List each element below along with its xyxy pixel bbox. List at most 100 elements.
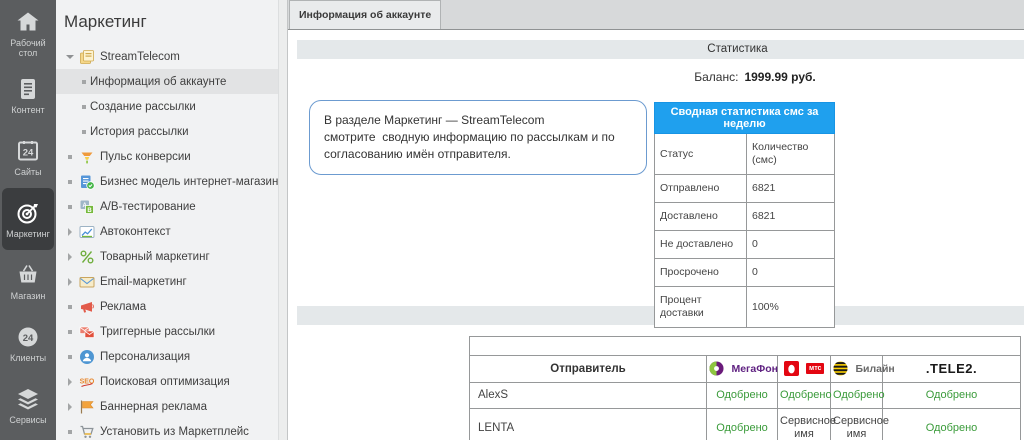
sidebar-item-mailing-history[interactable]: История рассылки bbox=[56, 119, 287, 144]
sidebar-item-account-info[interactable]: Информация об аккаунте bbox=[56, 69, 287, 94]
rail-item-clients[interactable]: 24 Клиенты bbox=[2, 312, 54, 374]
marketing-sidebar: Маркетинг StreamTelecom Информация об ак… bbox=[56, 0, 288, 440]
sidebar-item-seo[interactable]: SEO Поисковая оптимизация bbox=[56, 369, 287, 394]
sms-status-cell: Доставлено bbox=[655, 203, 747, 231]
sidebar-menu: StreamTelecom Информация об аккаунте Соз… bbox=[56, 44, 287, 440]
sidebar-item-install-marketplace[interactable]: Установить из Маркетплейс bbox=[56, 419, 287, 440]
balance-value: 1999.99 руб. bbox=[744, 70, 815, 84]
operator-status-row: AlexS ОдобреноОдобреноОдобреноОдобрено bbox=[470, 383, 1021, 409]
rail-item-services[interactable]: Сервисы bbox=[2, 374, 54, 436]
sidebar-item-ab-testing[interactable]: AB А/В-тестирование bbox=[56, 194, 287, 219]
statuses-section: Статусы по операторам Отправитель МегаФо… bbox=[288, 325, 1024, 440]
sidebar-item-email-marketing[interactable]: Email-маркетинг bbox=[56, 269, 287, 294]
sender-column-header: Отправитель bbox=[470, 356, 707, 383]
marketing-target-icon bbox=[15, 200, 41, 226]
sms-status-cell: Не доставлено bbox=[655, 231, 747, 259]
chevron-right-icon bbox=[64, 253, 76, 261]
section-header-statistics: Статистика bbox=[297, 40, 1024, 59]
sms-count-cell: 0 bbox=[747, 259, 835, 287]
sidebar-item-product-marketing[interactable]: Товарный маркетинг bbox=[56, 244, 287, 269]
operator-status-row: LENTA ОдобреноСервисное имяСервисное имя… bbox=[470, 409, 1021, 440]
balance-row: Баланс: 1999.99 руб. bbox=[648, 70, 862, 84]
status-cell: Одобрено bbox=[883, 409, 1021, 440]
sms-table-row: Доставлено 6821 bbox=[655, 203, 835, 231]
sms-table-row: Статус Количество (смс) bbox=[655, 134, 835, 175]
sender-cell: LENTA bbox=[470, 409, 707, 440]
sidebar-item-banner-ads[interactable]: Баннерная реклама bbox=[56, 394, 287, 419]
operator-name-mts: мтс bbox=[806, 363, 824, 374]
banner-flag-icon bbox=[79, 399, 95, 415]
sms-status-cell: Процент доставки bbox=[655, 287, 747, 328]
megaphone-icon bbox=[79, 299, 95, 315]
tab-account-info[interactable]: Информация об аккаунте bbox=[289, 0, 441, 29]
bullet-icon bbox=[78, 105, 90, 109]
mts-logo-icon bbox=[784, 361, 799, 376]
store-basket-icon bbox=[15, 262, 41, 288]
trigger-mail-icon bbox=[79, 324, 95, 340]
chevron-right-icon bbox=[64, 403, 76, 411]
sms-count-cell: 6821 bbox=[747, 175, 835, 203]
rail-item-desktop[interactable]: Рабочий стол bbox=[2, 2, 54, 64]
sidebar-item-autocontext[interactable]: Автоконтекст bbox=[56, 219, 287, 244]
operator-column-tele2: .TELE2. bbox=[883, 356, 1021, 383]
status-cell: Сервисное имя bbox=[831, 409, 883, 440]
services-layers-icon bbox=[15, 386, 41, 412]
operator-status-table: Статусы по операторам Отправитель МегаФо… bbox=[469, 336, 1021, 440]
app-window: Рабочий стол Контент 24 Сайты Маркетинг … bbox=[0, 0, 1024, 440]
chevron-right-icon bbox=[64, 378, 76, 386]
sidebar-item-business-model[interactable]: Бизнес модель интернет-магазина bbox=[56, 169, 287, 194]
megafon-logo-icon bbox=[709, 361, 724, 376]
rail-item-marketing[interactable]: Маркетинг bbox=[2, 188, 54, 250]
rail-item-sites[interactable]: 24 Сайты bbox=[2, 126, 54, 188]
sidebar-item-advertising[interactable]: Реклама bbox=[56, 294, 287, 319]
seo-icon: SEO bbox=[79, 374, 95, 390]
main-content: Информация об аккаунте Статистика В разд… bbox=[288, 0, 1024, 440]
chevron-right-icon bbox=[64, 228, 76, 236]
clients-24-icon: 24 bbox=[15, 324, 41, 350]
operator-name-megafon: МегаФон bbox=[731, 363, 778, 375]
svg-text:B: B bbox=[87, 207, 92, 213]
balance-label: Баланс: bbox=[694, 70, 738, 84]
funnel-icon bbox=[79, 149, 95, 165]
sms-status-cell: Статус bbox=[655, 134, 747, 175]
sms-table-row: Не доставлено 0 bbox=[655, 231, 835, 259]
sms-count-cell: 0 bbox=[747, 231, 835, 259]
bullet-icon bbox=[64, 330, 76, 334]
sidebar-item-create-mailing[interactable]: Создание рассылки bbox=[56, 94, 287, 119]
rail-item-content[interactable]: Контент bbox=[2, 64, 54, 126]
ab-test-icon: AB bbox=[79, 199, 95, 215]
bullet-icon bbox=[64, 430, 76, 434]
bullet-icon bbox=[78, 130, 90, 134]
rail-item-store[interactable]: Магазин bbox=[2, 250, 54, 312]
cart-icon bbox=[79, 424, 95, 440]
operator-table-title: Статусы по операторам bbox=[470, 337, 1021, 356]
bullet-icon bbox=[64, 155, 76, 159]
sidebar-item-stream-telecom[interactable]: StreamTelecom bbox=[56, 44, 287, 69]
bullet-icon bbox=[64, 355, 76, 359]
tab-strip: Информация об аккаунте bbox=[288, 0, 1024, 30]
business-model-icon bbox=[79, 174, 95, 190]
sidebar-item-trigger-mailings[interactable]: Триггерные рассылки bbox=[56, 319, 287, 344]
sms-count-cell: 100% bbox=[747, 287, 835, 328]
sms-table-row: Процент доставки 100% bbox=[655, 287, 835, 328]
bullet-icon bbox=[64, 305, 76, 309]
status-cell: Сервисное имя bbox=[778, 409, 831, 440]
status-cell: Одобрено bbox=[831, 383, 883, 409]
sms-table-row: Просрочено 0 bbox=[655, 259, 835, 287]
operator-name-tele2: .TELE2. bbox=[926, 361, 977, 376]
operator-name-beeline: Билайн bbox=[855, 363, 894, 375]
personalization-icon bbox=[79, 349, 95, 365]
bullet-icon bbox=[78, 80, 90, 84]
operator-column-beeline: Билайн bbox=[831, 356, 883, 383]
status-cell: Одобрено bbox=[707, 383, 778, 409]
sidebar-item-conversion-pulse[interactable]: Пульс конверсии bbox=[56, 144, 287, 169]
sms-table-title: Сводная статистика смс за неделю bbox=[655, 103, 835, 134]
email-envelope-icon bbox=[79, 274, 95, 290]
operator-column-mts: мтс bbox=[778, 356, 831, 383]
left-rail: Рабочий стол Контент 24 Сайты Маркетинг … bbox=[0, 0, 56, 440]
sidebar-item-personalization[interactable]: Персонализация bbox=[56, 344, 287, 369]
chevron-down-icon bbox=[64, 51, 76, 63]
sms-status-cell: Отправлено bbox=[655, 175, 747, 203]
chevron-right-icon bbox=[64, 278, 76, 286]
sms-count-cell: 6821 bbox=[747, 203, 835, 231]
